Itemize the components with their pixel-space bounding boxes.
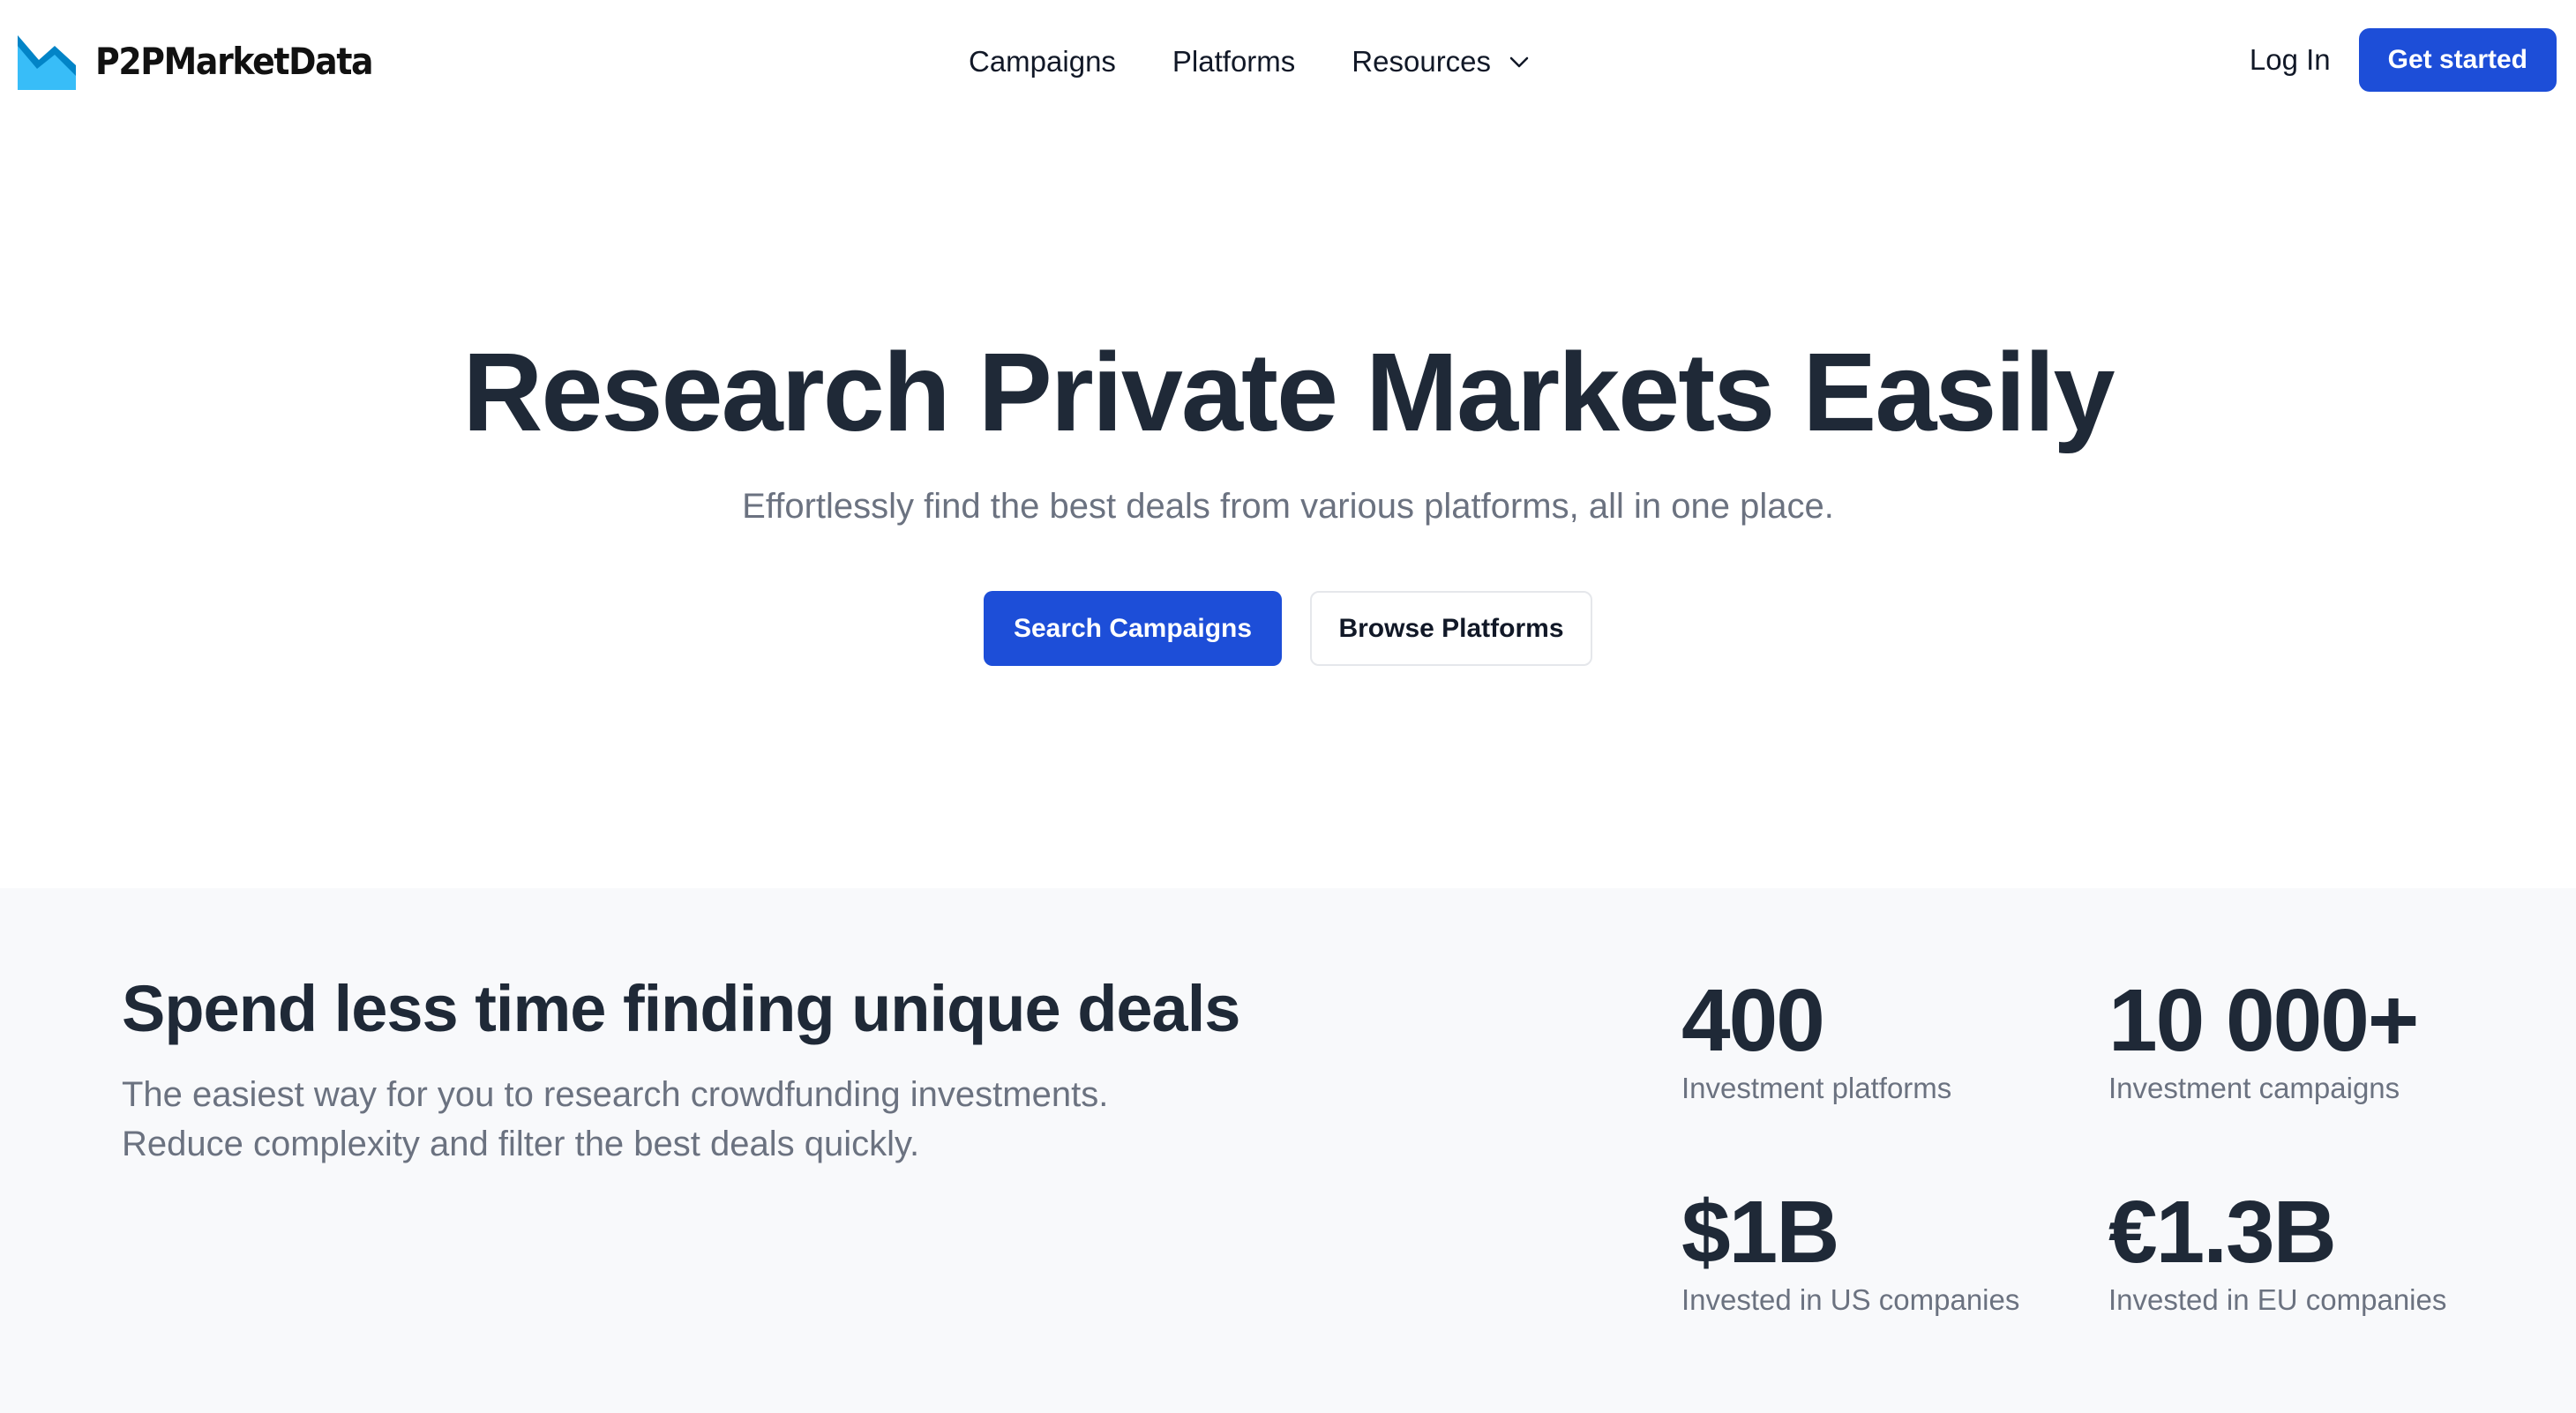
stat-platforms: 400 Investment platforms xyxy=(1681,976,2087,1105)
stats-description-line: Reduce complexity and filter the best de… xyxy=(122,1125,920,1163)
stat-eu-invested: €1.3B Invested in EU companies xyxy=(2108,1188,2514,1317)
chart-zigzag-icon xyxy=(18,35,76,90)
stats-description-line: The easiest way for you to research crow… xyxy=(122,1075,1109,1114)
search-campaigns-button[interactable]: Search Campaigns xyxy=(984,591,1282,666)
stat-value: 400 xyxy=(1681,971,1825,1070)
stat-value: $1B xyxy=(1681,1183,1839,1282)
logo-text: P2PMarketData xyxy=(95,39,374,83)
stat-value: 10 000+ xyxy=(2108,971,2419,1070)
hero-subtitle: Effortlessly find the best deals from va… xyxy=(742,487,1834,526)
main-nav: Campaigns Platforms Resources xyxy=(969,39,1531,85)
stats-section: Spend less time finding unique deals The… xyxy=(0,888,2576,1413)
header-actions: Log In Get started xyxy=(2250,28,2557,92)
nav-campaigns[interactable]: Campaigns xyxy=(969,45,1116,78)
nav-resources-label: Resources xyxy=(1352,45,1492,78)
chevron-down-icon xyxy=(1509,56,1529,68)
nav-platforms-label: Platforms xyxy=(1172,45,1296,78)
site-header: P2PMarketData Campaigns Platforms Resour… xyxy=(0,0,2576,123)
stat-label: Invested in US companies xyxy=(1681,1283,2020,1316)
hero-title: Research Private Markets Easily xyxy=(462,330,2115,454)
stat-campaigns: 10 000+ Investment campaigns xyxy=(2108,976,2514,1105)
nav-resources-dropdown[interactable]: Resources xyxy=(1352,45,1531,78)
stat-label: Investment campaigns xyxy=(2108,1072,2400,1104)
login-link[interactable]: Log In xyxy=(2250,43,2331,77)
browse-platforms-button[interactable]: Browse Platforms xyxy=(1310,591,1592,666)
stats-description: The easiest way for you to research crow… xyxy=(122,1070,1357,1169)
nav-campaigns-label: Campaigns xyxy=(969,45,1116,78)
stat-us-invested: $1B Invested in US companies xyxy=(1681,1188,2087,1317)
hero-cta-group: Search Campaigns Browse Platforms xyxy=(0,591,2576,666)
nav-platforms[interactable]: Platforms xyxy=(1172,45,1295,78)
logo-link[interactable]: P2PMarketData xyxy=(18,32,403,90)
stat-value: €1.3B xyxy=(2108,1183,2337,1282)
stat-label: Investment platforms xyxy=(1681,1072,1952,1104)
get-started-button[interactable]: Get started xyxy=(2358,28,2557,92)
stat-label: Invested in EU companies xyxy=(2108,1283,2447,1316)
stats-heading: Spend less time finding unique deals xyxy=(122,972,1240,1045)
hero-section: Research Private Markets Easily Effortle… xyxy=(0,123,2576,888)
